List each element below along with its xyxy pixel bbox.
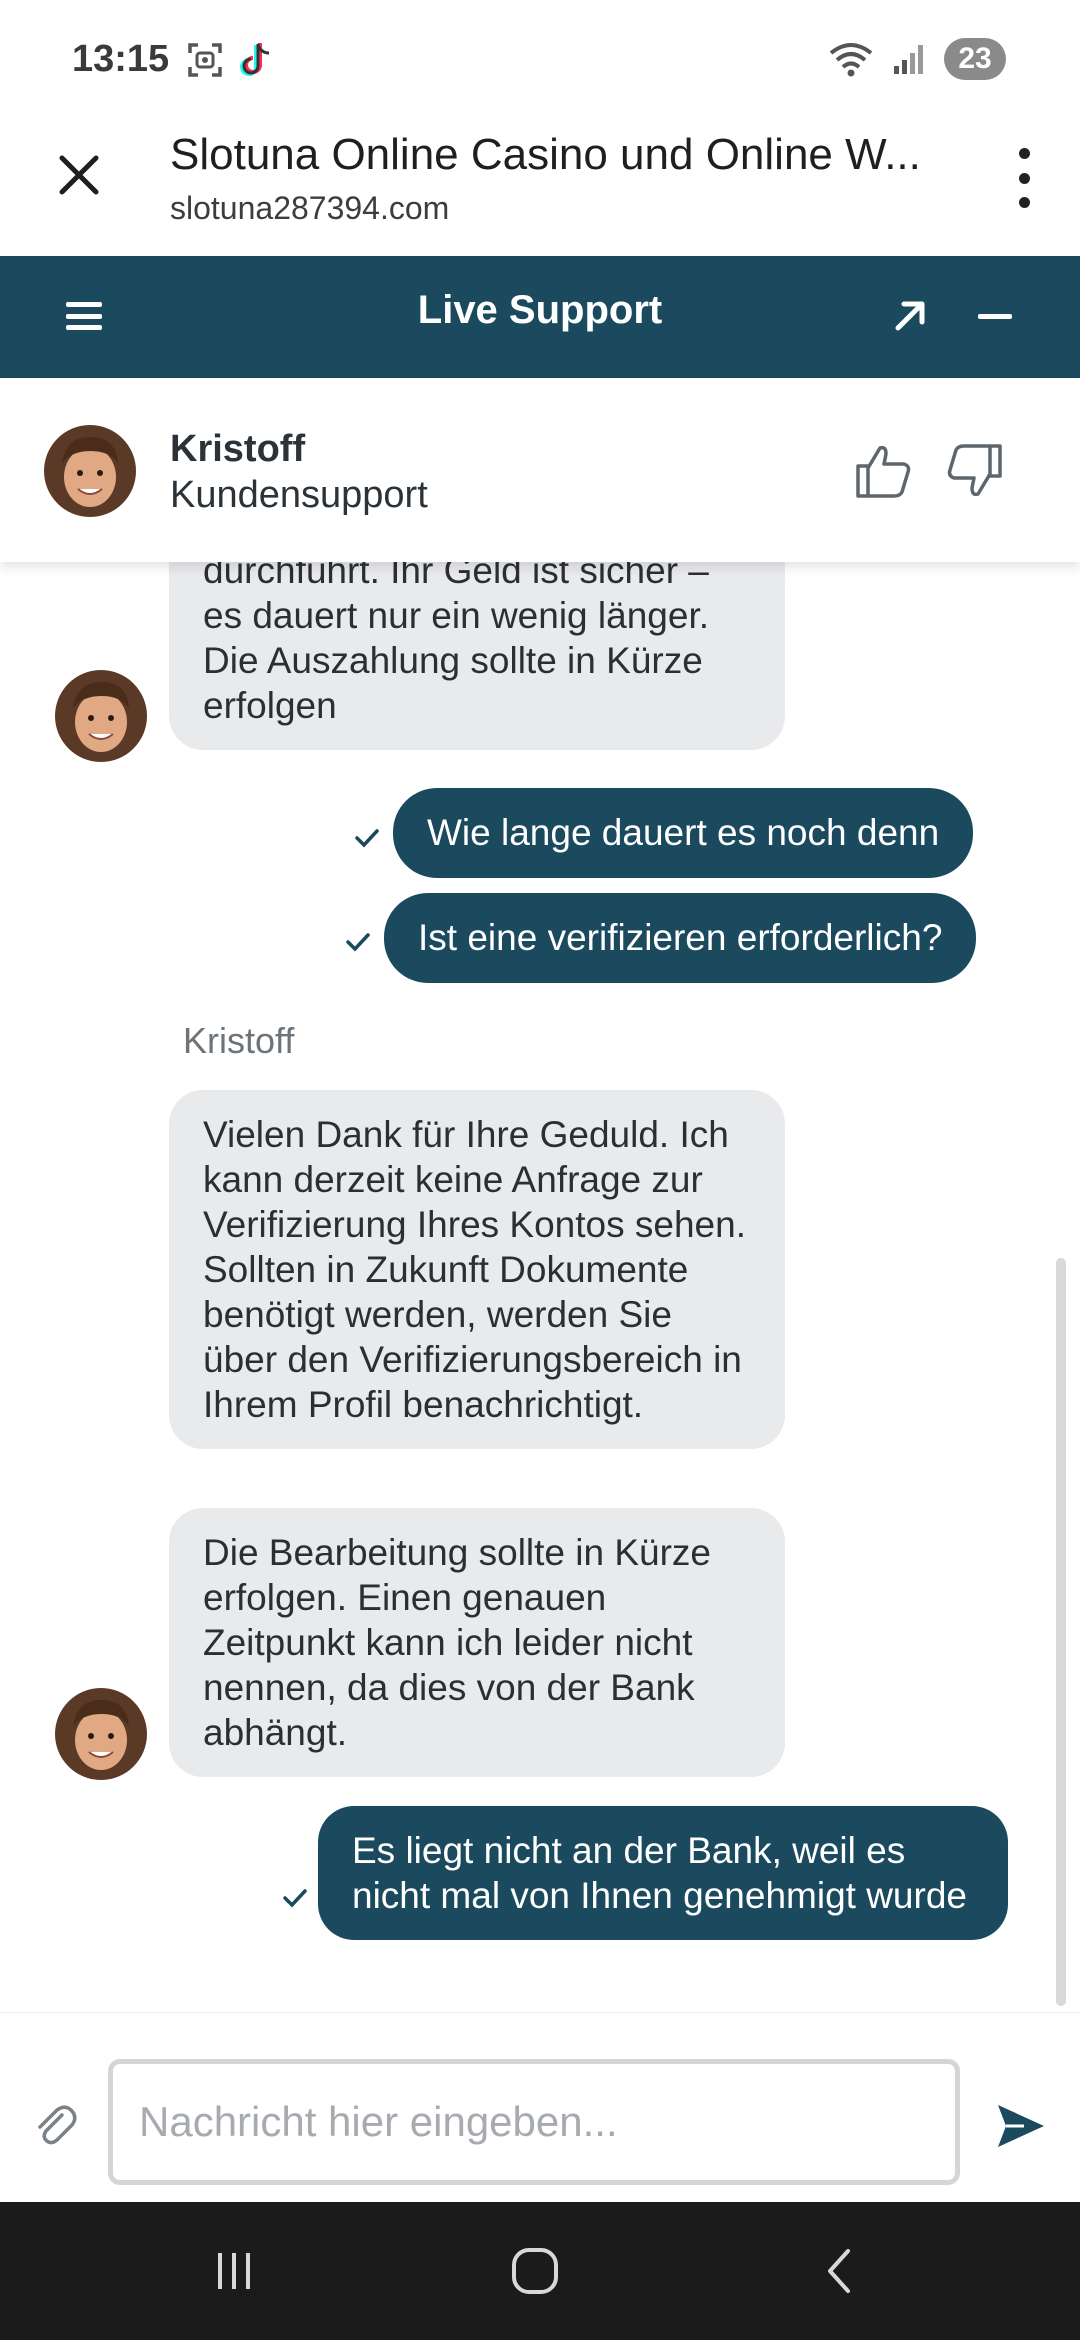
page-url[interactable]: slotuna287394.com xyxy=(170,190,449,227)
chat-messages[interactable]: durchführt. Ihr Geld ist sicher – es dau… xyxy=(0,562,1080,2012)
recent-apps-icon xyxy=(218,2253,250,2289)
user-message: Ist eine verifizieren erforderlich? xyxy=(384,893,977,983)
battery-indicator: 23 xyxy=(944,38,1006,80)
sent-check-icon xyxy=(355,829,379,848)
user-message: Wie lange dauert es noch denn xyxy=(393,788,974,878)
signal-icon xyxy=(894,45,923,74)
home-icon xyxy=(512,2248,558,2294)
page-title: Slotuna Online Casino und Online W... xyxy=(170,130,921,179)
system-nav-bar xyxy=(0,2202,1080,2340)
agent-role: Kundensupport xyxy=(170,474,428,516)
status-time: 13:15 xyxy=(72,38,170,80)
sender-name: Kristoff xyxy=(183,1020,295,1061)
send-icon[interactable] xyxy=(994,2099,1048,2153)
avatar xyxy=(55,1688,147,1780)
status-icons-left xyxy=(186,40,274,80)
agent-message: durchführt. Ihr Geld ist sicher – es dau… xyxy=(169,562,785,750)
thumbs-up-icon[interactable] xyxy=(854,442,912,500)
message-composer xyxy=(0,2012,1080,2202)
paperclip-icon[interactable] xyxy=(32,2101,78,2147)
avatar xyxy=(44,425,136,517)
expand-arrow-icon[interactable] xyxy=(890,296,930,336)
agent-name: Kristoff xyxy=(170,428,306,470)
minimize-icon[interactable] xyxy=(978,314,1012,319)
support-header: Live Support xyxy=(0,256,1080,378)
status-icons-right: 23 xyxy=(828,38,1006,80)
agent-message: Vielen Dank für Ihre Geduld. Ich kann de… xyxy=(169,1090,785,1449)
wifi-icon xyxy=(829,43,873,77)
browser-toolbar: Slotuna Online Casino und Online W... sl… xyxy=(0,120,1080,256)
tiktok-icon xyxy=(240,43,270,76)
sent-check-icon xyxy=(346,933,370,952)
back-icon xyxy=(828,2249,850,2293)
status-bar: 13:15 23 xyxy=(0,0,1080,120)
screenshot-icon xyxy=(188,43,222,77)
thumbs-down-icon[interactable] xyxy=(946,442,1004,500)
sent-check-icon xyxy=(283,1889,307,1908)
back-button[interactable] xyxy=(800,2236,880,2306)
recent-apps-button[interactable] xyxy=(194,2236,274,2306)
close-icon[interactable] xyxy=(54,150,104,200)
more-options-icon[interactable] xyxy=(1012,148,1036,208)
agent-message: Die Bearbeitung sollte in Kürze erfolgen… xyxy=(169,1508,785,1777)
user-message: Es liegt nicht an der Bank, weil es nich… xyxy=(318,1806,1008,1940)
agent-card: Kristoff Kundensupport xyxy=(0,378,1080,562)
avatar xyxy=(55,670,147,762)
chat-scrollbar[interactable] xyxy=(1056,1258,1066,2006)
message-input[interactable] xyxy=(108,2059,960,2185)
home-button[interactable] xyxy=(495,2236,575,2306)
